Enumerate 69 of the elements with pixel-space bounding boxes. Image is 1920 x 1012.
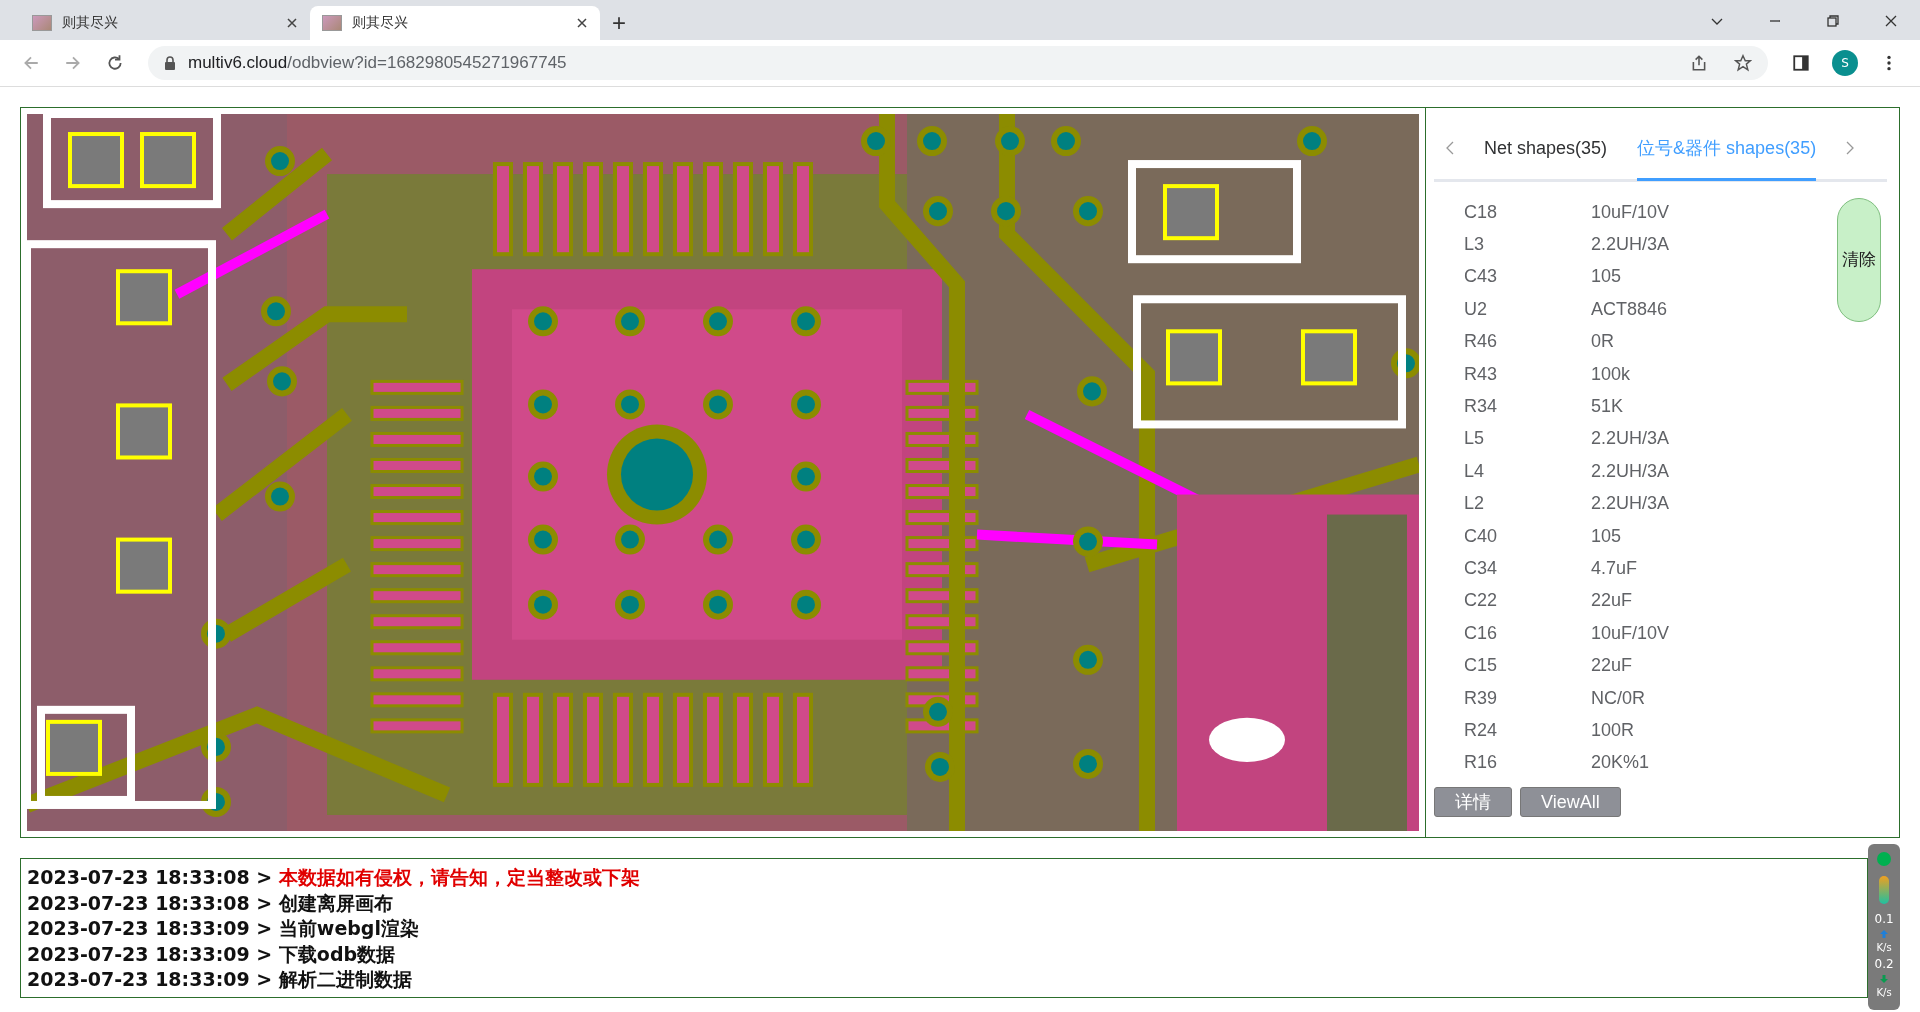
component-value-text: 51K xyxy=(1591,396,1624,417)
page-favicon-icon xyxy=(32,15,52,31)
browser-tab[interactable]: 则其尽兴 xyxy=(310,6,600,40)
designator-text: C40 xyxy=(1464,525,1499,547)
gauge-icon xyxy=(1879,876,1890,904)
log-line: 2023-07-23 18:33:08 > 创建离屏画布 xyxy=(27,890,394,916)
component-value-text: 2.2UH/3A xyxy=(1591,234,1670,256)
share-icon[interactable] xyxy=(1690,54,1708,72)
profile-avatar[interactable]: S xyxy=(1832,50,1858,76)
component-value-text: 22uF xyxy=(1591,590,1633,612)
component-value-text: 2.2UH/3A xyxy=(1591,428,1670,450)
log-line: 2023-07-23 18:33:09 > 当前webgl渲染 xyxy=(27,916,420,941)
panel-tab[interactable]: Net shapes(35) xyxy=(1484,119,1608,181)
browser-tab[interactable]: 则其尽兴 xyxy=(20,6,310,40)
upload-arrow-icon xyxy=(1880,930,1889,938)
designator-text: C43 xyxy=(1464,266,1499,288)
component-value-text: 100k xyxy=(1591,363,1631,385)
designator-text: C16 xyxy=(1464,622,1499,644)
component-value-text: 2.2UH/3A xyxy=(1591,493,1670,515)
component-value-text: ACT8846 xyxy=(1591,298,1668,320)
component-value-text: 10uF/10V xyxy=(1591,201,1670,223)
star-icon[interactable] xyxy=(1734,54,1752,72)
component-value-text: 100R xyxy=(1591,719,1635,741)
address-bar[interactable]: multiv6.cloud/odbview?id=1682980545271967745 xyxy=(148,46,1768,80)
url-text: multiv6.cloud/odbview?id=1682980545271967745 xyxy=(188,53,567,73)
designator-text: R43 xyxy=(1464,363,1499,385)
designator-text: L3 xyxy=(1464,234,1486,256)
close-icon[interactable] xyxy=(1884,14,1898,28)
designator-text: L5 xyxy=(1464,428,1486,450)
designator-text: R24 xyxy=(1464,719,1499,741)
designator-text: C18 xyxy=(1464,201,1499,223)
component-value-text: 0R xyxy=(1591,331,1614,353)
component-value-text: NC/0R xyxy=(1591,687,1645,709)
lock-icon xyxy=(164,56,176,70)
component-value-text: 2.2UH/3A xyxy=(1591,460,1670,482)
upload-speed-text: 0.1 xyxy=(1874,912,1894,926)
designator-text: L2 xyxy=(1464,493,1486,515)
restore-icon[interactable] xyxy=(1826,14,1840,28)
designator-text: L4 xyxy=(1464,460,1486,482)
download-speed-text: 0.2 xyxy=(1874,957,1894,971)
designator-text: R16 xyxy=(1464,752,1499,774)
designator-text: C34 xyxy=(1464,557,1499,579)
close-icon[interactable] xyxy=(576,17,588,29)
component-value-text: 105 xyxy=(1591,525,1622,547)
upload-unit-text: K/s xyxy=(1876,942,1892,953)
clear-button[interactable]: 清除 xyxy=(1837,197,1881,322)
new-tab-button[interactable]: + xyxy=(600,6,638,40)
log-line: 2023-07-23 18:33:09 > 解析二进制数据 xyxy=(27,967,413,992)
component-value-text: 10uF/10V xyxy=(1591,622,1670,644)
chevron-left-icon[interactable] xyxy=(1446,141,1454,156)
designator-text: R39 xyxy=(1464,687,1499,709)
component-value-text: 20K%1 xyxy=(1591,752,1650,774)
download-unit-text: K/s xyxy=(1876,987,1892,998)
designator-text: U2 xyxy=(1464,298,1488,320)
component-value-text: 22uF xyxy=(1591,655,1633,677)
download-arrow-icon xyxy=(1880,975,1889,983)
designator-text: R34 xyxy=(1464,396,1499,417)
component-value-text: 105 xyxy=(1591,266,1622,288)
designator-text: C15 xyxy=(1464,655,1499,677)
chevron-right-icon[interactable] xyxy=(1846,141,1855,156)
close-icon[interactable] xyxy=(286,17,298,29)
log-line: 2023-07-23 18:33:09 > 下载odb数据 xyxy=(27,941,397,967)
component-value-text: 4.7uF xyxy=(1591,557,1638,579)
status-dot-icon xyxy=(1877,852,1892,866)
log-line: 2023-07-23 18:33:08 > 本数据如有侵权，请告知，定当整改或下架 xyxy=(27,865,641,890)
designator-text: R46 xyxy=(1464,331,1499,353)
designator-text: C22 xyxy=(1464,590,1499,612)
pcb-layout-drawing[interactable] xyxy=(27,114,1419,831)
page-favicon-icon xyxy=(322,15,342,31)
